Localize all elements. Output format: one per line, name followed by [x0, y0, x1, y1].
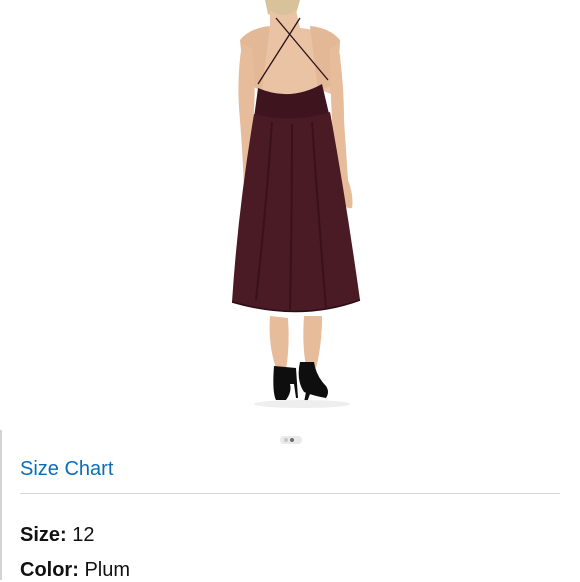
color-value: Plum: [84, 559, 131, 581]
color-label: Color:: [20, 559, 79, 581]
size-value: 12: [72, 524, 95, 546]
carousel-dot-active[interactable]: [290, 438, 294, 442]
product-image[interactable]: [0, 0, 580, 430]
size-chart-link[interactable]: Size Chart: [20, 458, 113, 481]
carousel-dot[interactable]: [284, 438, 288, 442]
size-label: Size:: [20, 524, 67, 546]
size-attribute: Size: 12: [20, 524, 95, 547]
color-attribute: Color: Plum: [20, 559, 130, 582]
image-carousel-indicator[interactable]: [280, 436, 302, 444]
divider: [20, 493, 560, 494]
